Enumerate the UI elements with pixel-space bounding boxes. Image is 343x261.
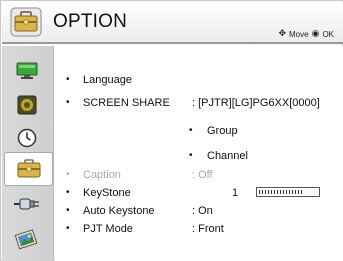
keystone-slider-fill: [259, 190, 303, 194]
page-title: OPTION: [53, 11, 128, 32]
sidebar-item-picture[interactable]: [7, 54, 47, 88]
menu-item-screen-share[interactable]: • SCREEN SHARE : [PJTR][LG]PG6XX[0000]: [55, 97, 343, 113]
navigation-hint: ✥ Move ◉ OK: [278, 29, 334, 39]
group-label: Group: [207, 125, 238, 137]
menu-item-language[interactable]: • Language: [55, 74, 343, 90]
menu-item-auto-keystone[interactable]: • Auto Keystone : On: [55, 205, 343, 221]
sidebar: [2, 46, 54, 261]
pjt-mode-value: : Front: [192, 223, 224, 235]
clock-icon: [17, 128, 37, 148]
ok-button-icon: ◉: [311, 29, 320, 39]
hint-move-label: Move: [289, 29, 309, 39]
auto-keystone-label: Auto Keystone: [83, 205, 155, 217]
sidebar-item-media[interactable]: [7, 222, 47, 256]
screen-share-value: : [PJTR][LG]PG6XX[0000]: [192, 97, 320, 109]
option-menu: • Language • SCREEN SHARE : [PJTR][LG]PG…: [55, 46, 343, 261]
option-window: OPTION ✥ Move ◉ OK • Language • SCREEN S…: [0, 0, 343, 261]
screen-share-label: SCREEN SHARE: [83, 97, 170, 109]
caption-value: : Off: [192, 169, 213, 181]
menu-item-caption: • Caption : Off: [66, 169, 213, 181]
caption-label: Caption: [83, 169, 121, 181]
hint-ok-label: OK: [322, 29, 334, 39]
sidebar-item-option[interactable]: [4, 152, 53, 186]
menu-item-channel[interactable]: • Channel: [55, 150, 343, 166]
keystone-slider[interactable]: [256, 187, 320, 197]
speaker-icon: [17, 95, 37, 115]
sidebar-item-input[interactable]: [7, 187, 47, 221]
pjt-mode-label: PJT Mode: [83, 223, 133, 235]
keystone-label: KeyStone: [83, 187, 131, 199]
language-label: Language: [83, 74, 132, 86]
header-bar: OPTION ✥ Move ◉ OK: [2, 2, 343, 44]
auto-keystone-value: : On: [192, 205, 213, 217]
menu-item-pjt-mode[interactable]: • PJT Mode : Front: [55, 223, 343, 239]
channel-label: Channel: [207, 150, 248, 162]
menu-item-group[interactable]: • Group: [55, 125, 343, 141]
plug-icon: [14, 198, 39, 210]
photo-icon: [14, 229, 38, 250]
sidebar-item-sound[interactable]: [7, 88, 47, 122]
sidebar-item-time[interactable]: [7, 121, 47, 155]
monitor-icon: [16, 62, 38, 79]
keystone-value: 1: [232, 187, 239, 199]
move-arrows-icon: ✥: [278, 29, 287, 39]
toolbox-icon: [10, 7, 42, 37]
toolbox-icon: [17, 159, 40, 178]
